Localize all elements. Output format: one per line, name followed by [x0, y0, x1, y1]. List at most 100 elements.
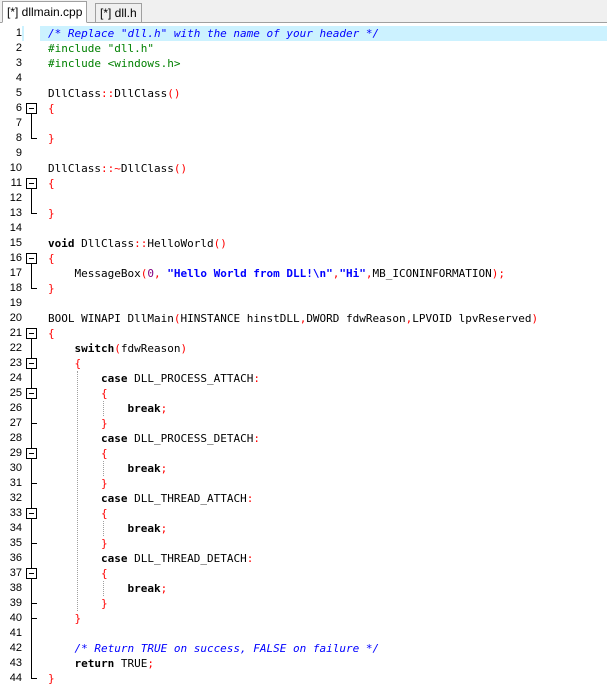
- fold-margin: [24, 266, 40, 281]
- code-line[interactable]: 7: [0, 116, 607, 131]
- code-line[interactable]: 4: [0, 71, 607, 86]
- fold-collapse-icon[interactable]: [26, 328, 37, 339]
- code-line[interactable]: 8}: [0, 131, 607, 146]
- code-token: DllClass: [114, 87, 168, 100]
- code-line[interactable]: 33 {: [0, 506, 607, 521]
- code-token: DllClass: [48, 162, 101, 175]
- fold-margin: [24, 161, 40, 176]
- code-line[interactable]: 38 break;: [0, 581, 607, 596]
- code-line[interactable]: 34 break;: [0, 521, 607, 536]
- code-line[interactable]: 18}: [0, 281, 607, 296]
- indent-guide: [103, 521, 105, 536]
- code-line[interactable]: 20 BOOL WINAPI DllMain(HINSTANCE hinstDLL…: [0, 311, 607, 326]
- fold-margin: [24, 626, 40, 641]
- code-text: }: [48, 206, 55, 221]
- code-token: DllClass: [120, 162, 174, 175]
- code-editor[interactable]: 1 /* Replace "dll.h" with the name of you…: [0, 24, 607, 699]
- code-line[interactable]: 27 }: [0, 416, 607, 431]
- code-line[interactable]: 21 {: [0, 326, 607, 341]
- code-line[interactable]: 40 }: [0, 611, 607, 626]
- code-text: }: [48, 536, 108, 551]
- code-line[interactable]: 25 {: [0, 386, 607, 401]
- code-token: :: [253, 372, 260, 385]
- code-line[interactable]: 22 switch(fdwReason): [0, 341, 607, 356]
- code-text: #include "dll.h": [48, 41, 154, 56]
- line-number: 4: [15, 72, 22, 84]
- line-number: 9: [15, 147, 22, 159]
- indent-guide: [76, 371, 78, 611]
- code-token: }: [48, 132, 55, 145]
- code-line[interactable]: 39 }: [0, 596, 607, 611]
- code-line[interactable]: 13}: [0, 206, 607, 221]
- tab-bar: [*] dllmain.cpp [*] dll.h: [0, 0, 607, 23]
- fold-collapse-icon[interactable]: [26, 388, 37, 399]
- code-line[interactable]: 24 case DLL_PROCESS_ATTACH:: [0, 371, 607, 386]
- code-line[interactable]: 15 void DllClass::HelloWorld(): [0, 236, 607, 251]
- fold-collapse-icon[interactable]: [26, 103, 37, 114]
- code-token: DllClass: [48, 87, 101, 100]
- code-line[interactable]: 12: [0, 191, 607, 206]
- fold-margin: [24, 491, 40, 506]
- code-line[interactable]: 36 case DLL_THREAD_DETACH:: [0, 551, 607, 566]
- code-line[interactable]: 2 #include "dll.h": [0, 41, 607, 56]
- code-token: }: [48, 537, 108, 550]
- code-line[interactable]: 44}: [0, 671, 607, 686]
- code-token: ::: [100, 87, 115, 100]
- fold-margin: [24, 521, 40, 536]
- fold-collapse-icon[interactable]: [26, 253, 37, 264]
- code-line[interactable]: 23 {: [0, 356, 607, 371]
- code-line[interactable]: 43 return TRUE;: [0, 656, 607, 671]
- code-line[interactable]: 42 /* Return TRUE on success, FALSE on f…: [0, 641, 607, 656]
- line-number: 32: [9, 492, 22, 504]
- code-line[interactable]: 30 break;: [0, 461, 607, 476]
- code-text: MessageBox(0, "Hello World from DLL!\n",…: [48, 266, 505, 281]
- code-line[interactable]: 31 }: [0, 476, 607, 491]
- code-token: :: [246, 552, 254, 565]
- line-number: 42: [9, 642, 22, 654]
- line-number: 35: [9, 537, 22, 549]
- code-text: break;: [48, 461, 167, 476]
- fold-collapse-icon[interactable]: [26, 568, 37, 579]
- code-line[interactable]: 28 case DLL_PROCESS_DETACH:: [0, 431, 607, 446]
- code-line[interactable]: 1 /* Replace "dll.h" with the name of you…: [0, 26, 607, 41]
- code-token: :: [253, 432, 260, 445]
- code-token: );: [491, 267, 506, 280]
- code-line[interactable]: 6{: [0, 101, 607, 116]
- code-token: TRUE: [114, 657, 148, 670]
- code-line[interactable]: 3 #include <windows.h>: [0, 56, 607, 71]
- code-text: {: [48, 356, 81, 371]
- code-token: ;: [160, 522, 168, 535]
- fold-collapse-icon[interactable]: [26, 448, 37, 459]
- code-line[interactable]: 37 {: [0, 566, 607, 581]
- fold-margin: [24, 656, 40, 671]
- code-line[interactable]: 14: [0, 221, 607, 236]
- code-line[interactable]: 16 {: [0, 251, 607, 266]
- code-line[interactable]: 32 case DLL_THREAD_ATTACH:: [0, 491, 607, 506]
- code-token: HINSTANCE hinstDLL: [180, 312, 300, 325]
- code-line[interactable]: 5 DllClass::DllClass(): [0, 86, 607, 101]
- fold-margin: [24, 371, 40, 386]
- code-line[interactable]: 19: [0, 296, 607, 311]
- fold-end-marker: [31, 678, 37, 679]
- fold-collapse-icon[interactable]: [26, 178, 37, 189]
- fold-collapse-icon[interactable]: [26, 358, 37, 369]
- code-token: break: [127, 402, 161, 415]
- code-line[interactable]: 35 }: [0, 536, 607, 551]
- tab-dll-h[interactable]: [*] dll.h: [95, 3, 142, 23]
- line-number: 10: [9, 162, 22, 174]
- code-line[interactable]: 17 MessageBox(0, "Hello World from DLL!\…: [0, 266, 607, 281]
- code-line[interactable]: 41: [0, 626, 607, 641]
- fold-collapse-icon[interactable]: [26, 508, 37, 519]
- code-token: ;: [160, 582, 168, 595]
- code-text: return TRUE;: [48, 656, 155, 671]
- code-token: :: [246, 492, 254, 505]
- code-line[interactable]: 10 DllClass::~DllClass(): [0, 161, 607, 176]
- code-line[interactable]: 11 {: [0, 176, 607, 191]
- code-token: DWORD fdwReason: [306, 312, 406, 325]
- code-line[interactable]: 26 break;: [0, 401, 607, 416]
- tab-dllmain-cpp[interactable]: [*] dllmain.cpp: [2, 1, 88, 23]
- code-line[interactable]: 9: [0, 146, 607, 161]
- code-token: {: [48, 327, 55, 340]
- code-line[interactable]: 29 {: [0, 446, 607, 461]
